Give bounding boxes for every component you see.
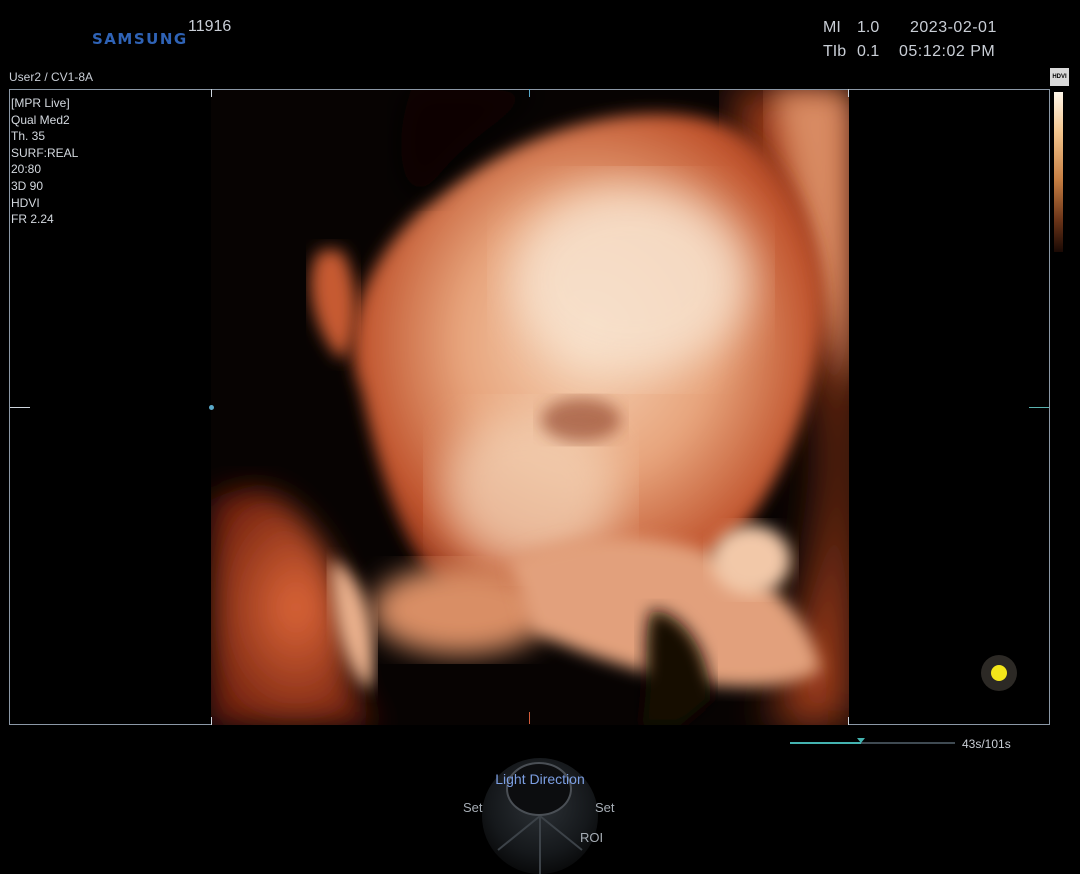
mi-value: 1.0: [857, 19, 880, 36]
cine-progress-fill: [790, 742, 861, 744]
set-right-label[interactable]: Set: [595, 800, 615, 815]
center-top-marker: [529, 89, 530, 97]
roi-label[interactable]: ROI: [580, 830, 603, 845]
ultrasound-render-image: [211, 90, 849, 725]
frame-tick: [211, 89, 212, 97]
cine-progress-thumb[interactable]: [857, 738, 865, 743]
param-line: 3D 90: [11, 178, 44, 193]
exam-time: 05:12:02 PM: [899, 43, 996, 60]
colormap-bar: [1054, 92, 1063, 252]
imaging-parameters: [MPR Live] Qual Med2 Th. 35 SURF:REAL 20…: [11, 95, 78, 228]
param-line: SURF:REAL: [11, 145, 79, 160]
brand-logo: SAMSUNG: [92, 30, 188, 48]
param-line: Qual Med2: [11, 112, 70, 127]
cine-time: 43s/101s: [962, 737, 1011, 751]
set-left-label[interactable]: Set: [463, 800, 483, 815]
frame-tick: [211, 717, 212, 725]
tib-value: 0.1: [857, 43, 880, 60]
mi-label: MI: [823, 19, 841, 36]
center-dot: [209, 405, 214, 410]
frame-tick: [848, 717, 849, 725]
frame-tick: [848, 89, 849, 97]
param-line: HDVI: [11, 195, 40, 210]
right-center-marker: [1029, 407, 1049, 408]
light-direction-label: Light Direction: [495, 771, 585, 787]
param-line: 20:80: [11, 162, 42, 177]
param-line: Th. 35: [11, 129, 46, 144]
status-dot: [991, 665, 1007, 681]
probe-preset: User2 / CV1-8A: [9, 70, 94, 84]
exam-date: 2023-02-01: [910, 19, 997, 36]
param-line: FR 2.24: [11, 212, 54, 227]
left-center-marker: [10, 407, 30, 408]
tib-label: TIb: [823, 43, 847, 60]
patient-id: 11916: [188, 18, 232, 35]
colormap-label: HDVI: [1050, 68, 1069, 86]
center-bottom-marker: [529, 712, 530, 724]
param-line: [MPR Live]: [11, 96, 70, 110]
